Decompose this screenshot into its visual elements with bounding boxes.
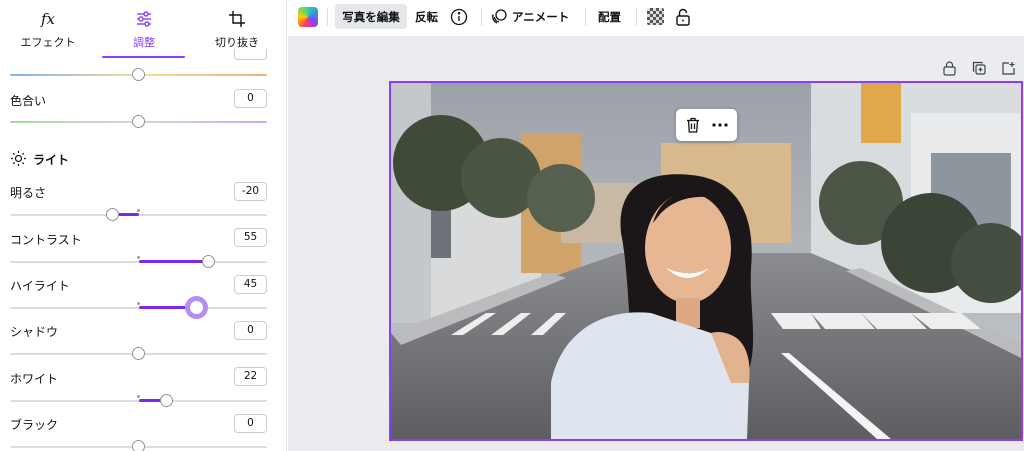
value-box-top-partial[interactable] (234, 49, 267, 60)
position-label: 配置 (598, 9, 621, 24)
contrast-slider-fill (139, 260, 209, 263)
top-toolbar: 写真を編集 反転 アニメート 配置 (288, 0, 1024, 36)
duplicate-icon[interactable] (971, 60, 987, 76)
whites-center-marker (137, 395, 140, 398)
light-section-title: ライト (33, 153, 70, 167)
highlights-value-input[interactable]: 45 (234, 275, 267, 294)
shadows-label: シャドウ (10, 325, 59, 339)
highlights-slider-thumb[interactable] (185, 296, 208, 319)
edit-photo-button[interactable]: 写真を編集 (335, 4, 407, 29)
flip-button[interactable]: 反転 (415, 4, 438, 29)
trash-icon[interactable] (684, 116, 702, 134)
blacks-slider-thumb[interactable] (132, 440, 145, 451)
tab-effects-label: エフェクト (20, 36, 76, 49)
contrast-label: コントラスト (10, 233, 82, 247)
brightness-slider-thumb[interactable] (106, 208, 119, 221)
more-icon[interactable] (710, 116, 730, 134)
contrast-center-marker (137, 256, 140, 259)
transparency-icon[interactable] (647, 4, 664, 29)
edit-photo-label: 写真を編集 (342, 9, 400, 24)
element-floating-menu (676, 109, 737, 141)
fx-icon: fx (40, 10, 55, 28)
blacks-value-input[interactable]: 0 (234, 414, 267, 433)
shadows-slider-thumb[interactable] (132, 347, 145, 360)
contrast-slider-thumb[interactable] (202, 255, 215, 268)
color-swatch-icon[interactable] (298, 7, 318, 27)
toolbar-divider (481, 8, 482, 26)
tab-crop-label: 切り抜き (215, 36, 259, 49)
highlights-label: ハイライト (10, 279, 70, 293)
sun-icon (10, 150, 27, 167)
info-icon[interactable] (450, 4, 468, 29)
shadows-value-input[interactable]: 0 (234, 321, 267, 340)
active-tab-indicator (102, 56, 185, 58)
highlights-center-marker (137, 302, 140, 305)
toolbar-divider (636, 8, 637, 26)
whites-value-input[interactable]: 22 (234, 367, 267, 386)
tint-value-input[interactable]: 0 (234, 89, 267, 108)
lock-icon[interactable] (675, 4, 691, 29)
tab-adjust[interactable]: 調整 (96, 0, 192, 58)
tint-label: 色合い (10, 94, 47, 108)
lock-icon[interactable] (941, 60, 957, 76)
adjust-sliders-icon (96, 9, 192, 29)
crop-icon (189, 9, 285, 29)
tab-adjust-label: 調整 (133, 36, 155, 49)
whites-slider-thumb[interactable] (160, 394, 173, 407)
slider-thumb-top-partial[interactable] (132, 68, 145, 81)
brightness-center-marker (137, 209, 140, 212)
animate-button[interactable]: アニメート (491, 4, 569, 29)
flip-label: 反転 (415, 9, 438, 24)
position-button[interactable]: 配置 (598, 4, 621, 29)
tab-effects[interactable]: fx エフェクト (0, 0, 96, 58)
toolbar-divider (327, 8, 328, 26)
tint-slider-thumb[interactable] (132, 115, 145, 128)
toolbar-divider (585, 8, 586, 26)
blacks-label: ブラック (10, 418, 59, 432)
brightness-label: 明るさ (10, 186, 47, 200)
animate-label: アニメート (512, 9, 570, 24)
add-page-icon[interactable] (1000, 60, 1016, 76)
whites-label: ホワイト (10, 372, 59, 386)
brightness-value-input[interactable]: -20 (234, 182, 267, 201)
adjust-panel: fx エフェクト 調整 切り抜き 色合い 0 ライト 明るさ -20 コントラス… (0, 0, 287, 451)
contrast-value-input[interactable]: 55 (234, 228, 267, 247)
animate-icon (491, 8, 508, 25)
